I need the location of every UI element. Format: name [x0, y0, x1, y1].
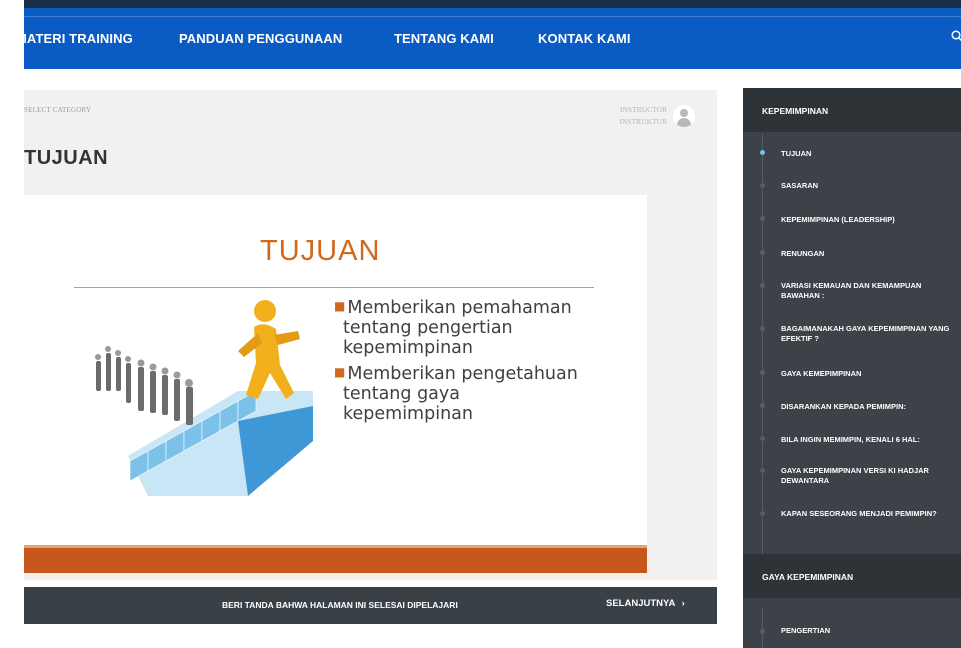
browser-strip	[24, 0, 961, 8]
next-lesson-button[interactable]: SELANJUTNYA ›	[606, 598, 685, 609]
leader-stairs-illustration	[95, 300, 313, 496]
lesson-dot	[760, 283, 765, 288]
sidebar-item-pengertian[interactable]: PENGERTIAN	[781, 626, 959, 636]
section-title: KEPEMIMPINAN	[762, 106, 829, 116]
mark-complete-button[interactable]: BERI TANDA BAHWA HALAMAN INI SELESAI DIP…	[222, 600, 458, 610]
navbar-divider	[24, 16, 961, 17]
slide-image: TUJUAN ■ Memberikan pemahaman tentang pe…	[24, 195, 647, 573]
avatar	[673, 105, 695, 127]
timeline-line	[762, 134, 763, 559]
slide-bullet: ■ Memberikan pemahaman tentang pengertian…	[334, 298, 572, 358]
nav-item-materi-training[interactable]: MATERI TRAINING	[16, 31, 133, 46]
sidebar-item-disarankan[interactable]: DISARANKAN KEPADA PEMIMPIN:	[781, 402, 959, 412]
sidebar-item-sasaran[interactable]: SASARAN	[781, 181, 959, 191]
sidebar-item-gaya-efektif[interactable]: BAGAIMANAKAH GAYA KEPEMIMPINAN YANG EFEK…	[781, 324, 959, 344]
slide-footer-band	[24, 545, 647, 573]
slide-divider	[74, 287, 594, 288]
lesson-dot	[760, 629, 765, 634]
instructor-label: INSTRUCTOR	[620, 105, 667, 114]
nav-item-kontak-kami[interactable]: KONTAK KAMI	[538, 31, 631, 46]
sidebar-item-renungan[interactable]: RENUNGAN	[781, 249, 959, 259]
timeline-line	[762, 608, 763, 648]
section-title: GAYA KEPEMIMPINAN	[762, 572, 854, 582]
lesson-dot-active	[760, 150, 765, 155]
sidebar-item-kapan[interactable]: KAPAN SESEORANG MENJADI PEMIMPIN?	[781, 509, 959, 519]
chevron-right-icon: ›	[681, 598, 685, 609]
nav-item-tentang-kami[interactable]: TENTANG KAMI	[394, 31, 494, 46]
lesson-footer-bar: BERI TANDA BAHWA HALAMAN INI SELESAI DIP…	[24, 587, 717, 624]
category-select[interactable]: SELECT CATEGORY	[24, 106, 91, 114]
lesson-dot	[760, 370, 765, 375]
lesson-dot	[760, 403, 765, 408]
sidebar-item-gaya-kemepimpinan[interactable]: GAYA KEMEPIMPINAN	[781, 369, 959, 379]
search-icon[interactable]	[951, 29, 961, 45]
lesson-dot	[760, 183, 765, 188]
sidebar-item-variasi[interactable]: VARIASI KEMAUAN DAN KEMAMPUAN BAWAHAN :	[781, 281, 959, 301]
lesson-dot	[760, 511, 765, 516]
top-navbar: MATERI TRAINING PANDUAN PENGGUNAAN TENTA…	[16, 0, 961, 69]
sidebar-item-bila-ingin[interactable]: BILA INGIN MEMIMPIN, KENALI 6 HAL:	[781, 435, 959, 445]
nav-item-panduan-penggunaan[interactable]: PANDUAN PENGGUNAAN	[179, 31, 342, 46]
lesson-dot	[760, 468, 765, 473]
slide-bullet: ■ Memberikan pengetahuan tentang gaya kep…	[334, 364, 578, 424]
sidebar-item-ki-hadjar[interactable]: GAYA KEPEMIMPINAN VERSI KI HADJAR DEWANT…	[781, 466, 959, 486]
sidebar-item-tujuan[interactable]: TUJUAN	[781, 149, 959, 159]
lesson-dot	[760, 216, 765, 221]
sidebar-item-leadership[interactable]: KEPEMIMPINAN (LEADERSHIP)	[781, 215, 959, 225]
course-sidebar: KEPEMIMPINAN TUJUAN SASARAN KEPEMIMPINAN…	[743, 88, 961, 648]
lesson-dot	[760, 250, 765, 255]
lesson-dot	[760, 326, 765, 331]
section-header-kepemimpinan[interactable]: KEPEMIMPINAN	[743, 88, 961, 132]
section-header-gaya-kepemimpinan[interactable]: GAYA KEPEMIMPINAN	[743, 554, 961, 598]
next-lesson-label: SELANJUTNYA	[606, 598, 675, 609]
slide-title: TUJUAN	[260, 235, 381, 267]
lesson-content: SELECT CATEGORY INSTRUCTOR INSTRUKTUR TU…	[24, 90, 717, 624]
page-title: TUJUAN	[24, 147, 109, 169]
instructor-name: INSTRUKTUR	[619, 117, 667, 126]
instructor-info: INSTRUCTOR INSTRUKTUR	[619, 104, 667, 128]
lesson-dot	[760, 436, 765, 441]
